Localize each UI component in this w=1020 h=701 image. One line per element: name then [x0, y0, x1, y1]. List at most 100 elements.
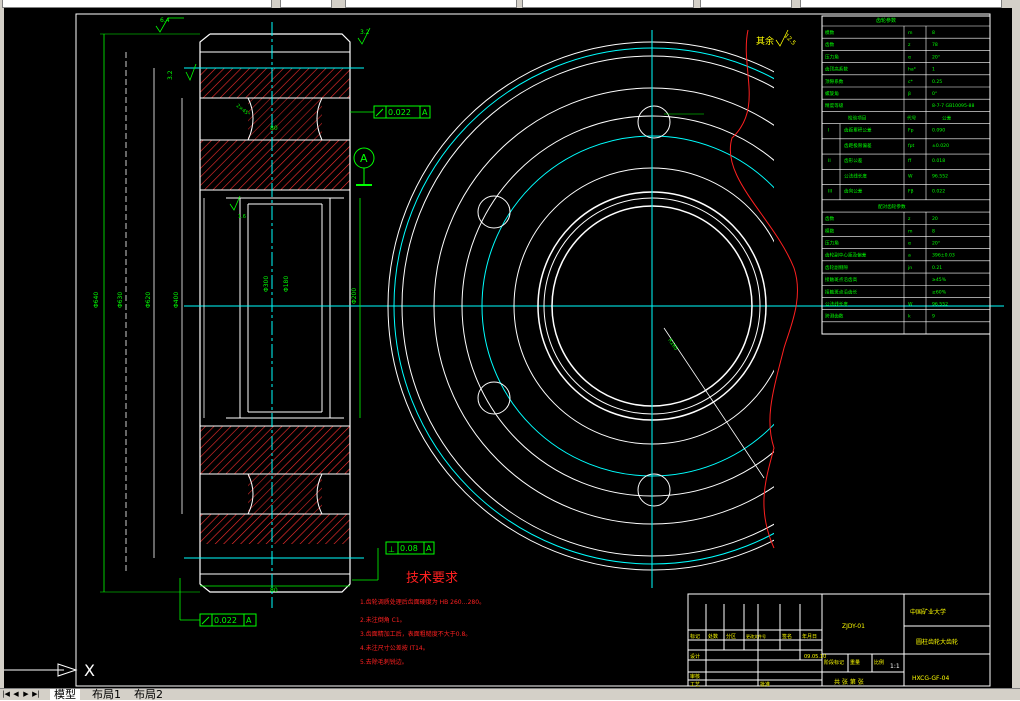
param-row-value: 20° [932, 54, 940, 60]
datum-a-marker: A [353, 147, 375, 186]
sheet-info: 共 张 第 张 [834, 678, 864, 686]
tb-label-doc: 更改文件号 [746, 633, 766, 639]
drawing-canvas[interactable]: Φ640 Φ630 Φ620 Φ400 Φ300 Φ180 Φ200 80 80… [4, 8, 1012, 688]
tab-layout1[interactable]: 布局1 [88, 689, 125, 701]
param-row-name: 精度等级 [825, 102, 844, 109]
plotstyle-dropdown[interactable] [700, 0, 792, 8]
mesh-row-value: 96.552 [932, 301, 948, 307]
ucs-icon: X [4, 661, 95, 680]
mesh-row-value: 396±0.03 [932, 253, 955, 259]
mesh-row-name: 公法线长度 [825, 300, 848, 307]
svg-text:6.4: 6.4 [160, 17, 170, 24]
mesh-row-symbol: z [908, 217, 911, 222]
front-view: R165 [387, 29, 798, 588]
mesh-row-symbol: k [908, 314, 911, 320]
tab-first-icon[interactable]: |◀ [2, 689, 10, 699]
svg-text:0.08: 0.08 [400, 544, 418, 553]
param-row-value: 0.25 [932, 79, 942, 85]
param-row-name: 模数 [825, 29, 835, 36]
check-row-value: ±0.020 [932, 143, 949, 149]
school-name: 中国矿业大学 [910, 608, 946, 616]
param-row-value: 78 [932, 42, 938, 48]
param-row-value: 1 [932, 67, 935, 73]
mesh-row-name: 接触斑点沿齿长 [825, 288, 858, 295]
mesh-title: 配对齿轮参数 [878, 203, 906, 210]
dim-root-diameter: Φ620 [145, 292, 152, 308]
tab-prev-icon[interactable]: ◀ [12, 689, 20, 699]
tech-requirements: 技术要求 1.齿轮调质处理后齿面硬度为 HB 260…280。 2.未注倒角 C… [360, 571, 485, 666]
check-row-code: ff [908, 158, 912, 164]
runout-frame-bottom: 0.022 A [179, 578, 257, 627]
param-row-name: 螺旋角 [825, 90, 839, 97]
color-dropdown[interactable] [280, 0, 332, 8]
param-row-symbol: c* [908, 79, 914, 85]
tb-label-approve: 批准 [760, 681, 770, 688]
check-row-name: 齿距累积公差 [844, 127, 872, 134]
check-row-name: 公法线长度 [844, 172, 867, 179]
linetype-dropdown[interactable] [345, 0, 517, 8]
vertical-scrollbar[interactable] [1011, 8, 1020, 688]
tab-layout2[interactable]: 布局2 [130, 689, 167, 701]
roughness-6-4: 6.4 [155, 17, 184, 33]
dim-width: 80 [270, 587, 278, 594]
svg-text:A: A [422, 108, 428, 117]
tab-next-icon[interactable]: ▶ [22, 689, 30, 699]
date: 09.05.10 [804, 654, 826, 660]
check-row-code: fpt [908, 143, 915, 149]
mesh-row-name: 齿轮副侧隙 [825, 264, 848, 271]
param-row-symbol: m [908, 31, 913, 36]
tab-last-icon[interactable]: ▶| [32, 689, 40, 699]
tb-label-sign: 签名 [782, 633, 792, 640]
check-row-value: 96.552 [932, 173, 948, 179]
check-row-value: 0.018 [932, 158, 945, 164]
param-row-name: 齿顶高系数 [825, 66, 848, 73]
ucs-x-label: X [84, 661, 95, 680]
mesh-row-name: 跨测齿数 [825, 313, 844, 320]
dim-hub-width: 80 [270, 125, 278, 132]
mesh-row-symbol: m [908, 229, 913, 234]
param-row-value: 8-7-7 GB10095-88 [932, 103, 974, 109]
param-row-symbol: β [908, 91, 911, 97]
param-table: 齿轮参数 模数 m 8 齿数 z 78 压力角 α 20° 齿顶高系数 ha* 1 顶隙系数 c* 0.25… [821, 15, 991, 335]
mesh-row-value: ≥60% [932, 289, 947, 295]
check-row-code: Fβ [908, 189, 914, 195]
check-row-value: 0.022 [932, 189, 945, 195]
weight-label: 重量 [850, 659, 860, 666]
title-block: ZJDY-01 中国矿业大学 圆柱齿轮大齿轮 HXCG-GF-04 1:1 共 … [687, 593, 991, 688]
layout-tab-bar: |◀ ◀ ▶ ▶| 模型 布局1 布局2 [0, 688, 1020, 701]
mesh-row-value: 0.21 [932, 265, 942, 271]
style-dropdown[interactable] [800, 0, 1002, 8]
roughness-1-6: 1.6 [229, 195, 246, 220]
mesh-row-symbol: W [908, 301, 913, 307]
svg-text:其余: 其余 [756, 35, 774, 47]
check-row-name: 齿向公差 [844, 188, 863, 195]
mesh-row-name: 齿数 [825, 215, 835, 222]
tb-label-check: 审核 [690, 673, 700, 680]
part-code: HXCG-GF-04 [912, 675, 949, 682]
dim-tip-diameter: Φ640 [93, 292, 100, 308]
dim-web-diameter: Φ400 [173, 292, 180, 308]
roughness-3-2-top: 3.2 [357, 27, 371, 45]
tb-label-date: 年月日 [802, 633, 817, 640]
svg-text:12.5: 12.5 [783, 32, 798, 47]
mesh-row-symbol: α [908, 241, 911, 246]
scale-label: 比例 [874, 659, 884, 666]
mesh-row-value: 20° [932, 240, 940, 246]
tab-model[interactable]: 模型 [50, 689, 80, 701]
param-row-symbol: ha* [908, 67, 917, 73]
lineweight-dropdown[interactable] [522, 0, 694, 8]
check-row-group: I [828, 128, 829, 134]
tech-req-4: 4.未注尺寸公差按 IT14。 [360, 644, 429, 652]
tb-label-design: 设计 [690, 653, 700, 660]
param-row-name: 压力角 [825, 53, 839, 60]
param-row-symbol: α [908, 55, 911, 60]
mesh-row-value: 9 [932, 314, 935, 320]
check-row-group: III [828, 189, 832, 195]
stage-label: 阶段标记 [824, 659, 844, 666]
check-row-code: Fp [908, 128, 914, 134]
scale: 1:1 [890, 663, 900, 670]
section-view [184, 22, 1004, 608]
layer-dropdown[interactable] [2, 0, 272, 8]
check-row-name: 齿形公差 [844, 157, 863, 164]
svg-text:3.2: 3.2 [167, 70, 174, 80]
